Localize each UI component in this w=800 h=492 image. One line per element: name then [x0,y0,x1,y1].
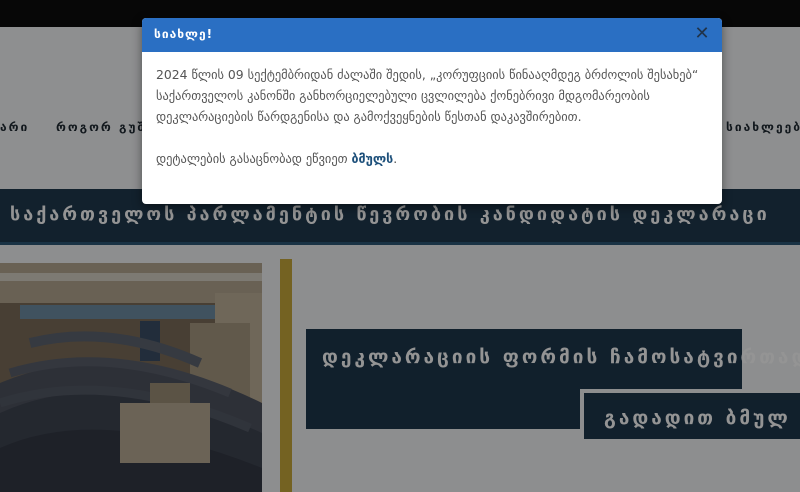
details-link[interactable]: ბმულს [352,151,394,166]
news-modal: სიახლე! ✕ 2024 წლის 09 სექტემბრიდან ძალა… [142,18,722,204]
modal-paragraph: 2024 წლის 09 სექტემბრიდან ძალაში შედის, … [156,67,699,124]
modal-title: სიახლე! [154,27,214,41]
modal-body: 2024 წლის 09 სექტემბრიდან ძალაში შედის, … [156,64,708,169]
details-text: დეტალების გასაცნობად ეწვიეთ [156,151,352,166]
details-period: . [393,151,398,166]
modal-details-line: დეტალების გასაცნობად ეწვიეთ ბმულს. [156,148,708,169]
modal-header: სიახლე! ✕ [142,18,722,52]
close-icon[interactable]: ✕ [692,24,712,44]
